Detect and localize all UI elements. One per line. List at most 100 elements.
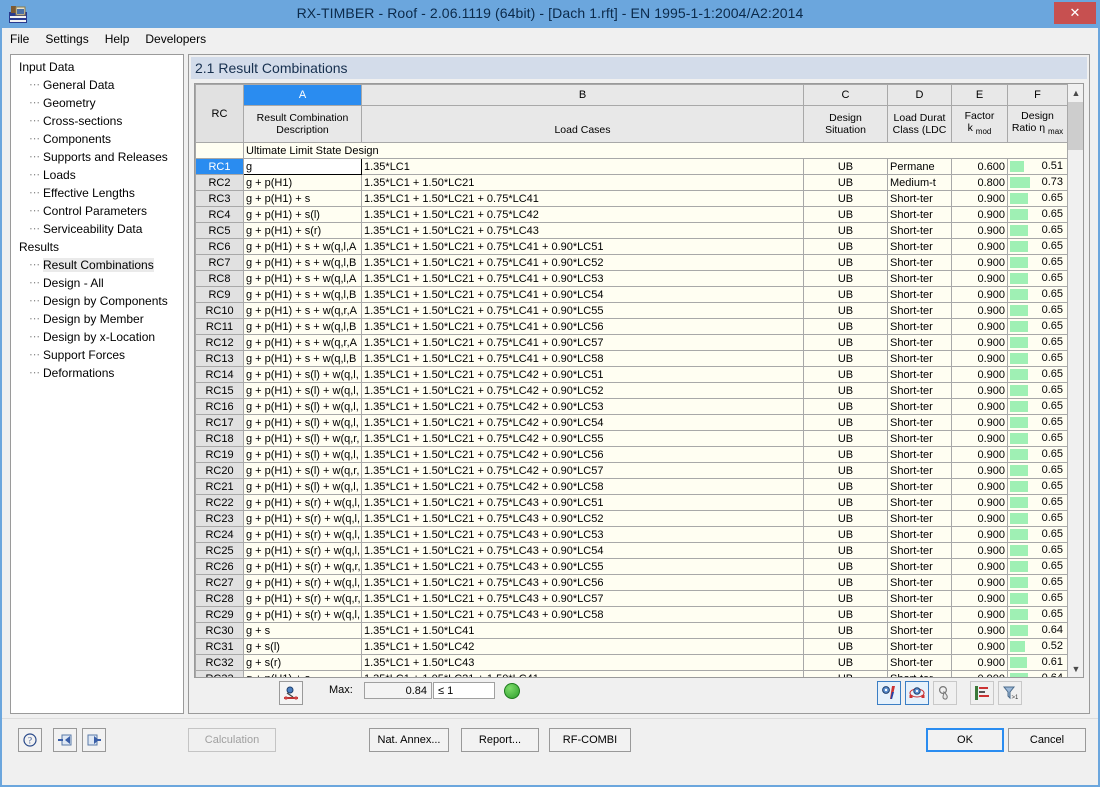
grid-cell-design-situation[interactable]: UB <box>803 158 888 175</box>
grid-row-header[interactable]: RC27 <box>195 574 244 591</box>
grid-cell-design-situation[interactable]: UB <box>803 318 888 335</box>
grid-cell-kmod[interactable]: 0.900 <box>951 510 1008 527</box>
sidebar-item-design-by-member[interactable]: ⋯ Design by Member <box>27 310 183 328</box>
grid-cell-ldc[interactable]: Short-ter <box>887 446 952 463</box>
grid-cell-load-cases[interactable]: 1.35*LC1 + 1.50*LC21 + 0.75*LC42 <box>361 206 804 223</box>
grid-cell-ldc[interactable]: Short-ter <box>887 542 952 559</box>
grid-cell-kmod[interactable]: 0.900 <box>951 606 1008 623</box>
grid-cell-load-cases[interactable]: 1.35*LC1 + 1.50*LC21 + 0.75*LC43 <box>361 222 804 239</box>
grid-column-header-f[interactable]: F <box>1007 84 1068 106</box>
sidebar-item-result-combinations[interactable]: ⋯ Result Combinations <box>27 256 183 274</box>
grid-cell-kmod[interactable]: 0.900 <box>951 286 1008 303</box>
sidebar-item-control-parameters[interactable]: ⋯ Control Parameters <box>27 202 183 220</box>
table-row[interactable]: RC4 g + p(H1) + s(l) 1.35*LC1 + 1.50*LC21 … <box>195 206 1068 223</box>
grid-cell-load-cases[interactable]: 1.35*LC1 + 1.50*LC21 + 0.75*LC42 + 0.90*… <box>361 446 804 463</box>
scroll-up-icon[interactable]: ▲ <box>1068 84 1083 101</box>
table-row[interactable]: RC1 g 1.35*LC1 UB Permane 0.600 0.51 <box>195 158 1068 175</box>
next-button[interactable] <box>82 728 106 752</box>
grid-cell-load-cases[interactable]: 1.35*LC1 + 1.50*LC43 <box>361 654 804 671</box>
grid-cell-load-cases[interactable]: 1.35*LC1 + 1.50*LC21 + 0.75*LC43 + 0.90*… <box>361 542 804 559</box>
grid-cell-ldc[interactable]: Short-ter <box>887 318 952 335</box>
grid-cell-design-ratio[interactable]: 0.65 <box>1007 286 1068 303</box>
grid-row-header[interactable]: RC16 <box>195 398 244 415</box>
grid-row-header[interactable]: RC2 <box>195 174 244 191</box>
grid-cell-load-cases[interactable]: 1.35*LC1 <box>361 158 804 175</box>
sidebar-item-components[interactable]: ⋯ Components <box>27 130 183 148</box>
grid-cell-description[interactable]: g + p(H1) + s(r) + w(q,l, <box>243 542 362 559</box>
grid-cell-description[interactable]: g + p(H1) + s + w(q,r,A <box>243 334 362 351</box>
grid-cell-load-cases[interactable]: 1.35*LC1 + 1.50*LC21 + 0.75*LC43 + 0.90*… <box>361 494 804 511</box>
grid-cell-design-ratio[interactable]: 0.65 <box>1007 190 1068 207</box>
grid-row-header[interactable]: RC8 <box>195 270 244 287</box>
grid-cell-description[interactable]: g + p(H1) + s(l) + w(q,r, <box>243 430 362 447</box>
grid-row-header[interactable]: RC4 <box>195 206 244 223</box>
grid-row-header[interactable]: RC10 <box>195 302 244 319</box>
table-row[interactable]: RC19 g + p(H1) + s(l) + w(q,l, 1.35*LC1 + … <box>195 446 1068 463</box>
grid-cell-ldc[interactable]: Short-ter <box>887 190 952 207</box>
grid-cell-load-cases[interactable]: 1.35*LC1 + 1.05*LC21 + 1.50*LC41 <box>361 670 804 677</box>
table-row[interactable]: RC20 g + p(H1) + s(l) + w(q,r, 1.35*LC1 + … <box>195 462 1068 479</box>
grid-cell-ldc[interactable]: Short-ter <box>887 238 952 255</box>
grid-cell-description[interactable]: g + p(H1) + s(r) + w(q,r, <box>243 558 362 575</box>
grid-cell-load-cases[interactable]: 1.35*LC1 + 1.50*LC21 + 0.75*LC41 + 0.90*… <box>361 302 804 319</box>
grid-cell-description[interactable]: g + p(H1) + s(l) + w(q,l, <box>243 478 362 495</box>
grid-cell-ldc[interactable]: Short-ter <box>887 222 952 239</box>
close-button[interactable]: ✕ <box>1054 2 1096 24</box>
grid-row-header[interactable]: RC11 <box>195 318 244 335</box>
grid-cell-load-cases[interactable]: 1.35*LC1 + 1.50*LC41 <box>361 622 804 639</box>
grid-cell-design-situation[interactable]: UB <box>803 174 888 191</box>
table-row[interactable]: RC3 g + p(H1) + s 1.35*LC1 + 1.50*LC21 + 0… <box>195 190 1068 207</box>
grid-cell-description[interactable]: g + p(H1) + s <box>243 190 362 207</box>
scroll-down-icon[interactable]: ▼ <box>1068 660 1083 677</box>
grid-cell-ldc[interactable]: Short-ter <box>887 414 952 431</box>
sidebar-item-geometry[interactable]: ⋯ Geometry <box>27 94 183 112</box>
grid-cell-design-ratio[interactable]: 0.65 <box>1007 526 1068 543</box>
grid-cell-design-ratio[interactable]: 0.65 <box>1007 542 1068 559</box>
render-view-button[interactable] <box>905 681 929 705</box>
grid-cell-load-cases[interactable]: 1.35*LC1 + 1.50*LC21 + 0.75*LC43 + 0.90*… <box>361 574 804 591</box>
grid-cell-design-ratio[interactable]: 0.65 <box>1007 366 1068 383</box>
grid-cell-design-ratio[interactable]: 0.51 <box>1007 158 1068 175</box>
table-row[interactable]: RC30 g + s 1.35*LC1 + 1.50*LC41 UB Short-ter… <box>195 622 1068 639</box>
grid-cell-ldc[interactable]: Short-ter <box>887 462 952 479</box>
sidebar-item-general-data[interactable]: ⋯ General Data <box>27 76 183 94</box>
help-button[interactable]: ? <box>18 728 42 752</box>
grid-cell-load-cases[interactable]: 1.35*LC1 + 1.50*LC21 + 0.75*LC42 + 0.90*… <box>361 478 804 495</box>
grid-cell-ldc[interactable]: Short-ter <box>887 606 952 623</box>
table-row[interactable]: RC6 g + p(H1) + s + w(q,l,A 1.35*LC1 + 1.5… <box>195 238 1068 255</box>
grid-cell-load-cases[interactable]: 1.35*LC1 + 1.50*LC21 + 0.75*LC42 + 0.90*… <box>361 414 804 431</box>
menu-item-help[interactable]: Help <box>97 30 138 48</box>
grid-row-header[interactable]: RC25 <box>195 542 244 559</box>
grid-cell-design-situation[interactable]: UB <box>803 398 888 415</box>
grid-cell-design-situation[interactable]: UB <box>803 430 888 447</box>
grid-cell-kmod[interactable]: 0.900 <box>951 254 1008 271</box>
grid-cell-design-ratio[interactable]: 0.65 <box>1007 558 1068 575</box>
grid-cell-load-cases[interactable]: 1.35*LC1 + 1.50*LC21 + 0.75*LC43 + 0.90*… <box>361 606 804 623</box>
grid-cell-design-situation[interactable]: UB <box>803 462 888 479</box>
grid-cell-description[interactable]: g + p(H1) + s + w(q,l,B <box>243 254 362 271</box>
tree-group-input-data[interactable]: Input Data <box>17 58 183 76</box>
grid-cell-description[interactable]: g + p(H1) + s(l) + w(q,l, <box>243 398 362 415</box>
grid-cell-design-ratio[interactable]: 0.65 <box>1007 254 1068 271</box>
grid-cell-design-situation[interactable]: UB <box>803 558 888 575</box>
grid-cell-ldc[interactable]: Short-ter <box>887 670 952 677</box>
sidebar-item-cross-sections[interactable]: ⋯ Cross-sections <box>27 112 183 130</box>
grid-cell-design-ratio[interactable]: 0.64 <box>1007 622 1068 639</box>
grid-cell-load-cases[interactable]: 1.35*LC1 + 1.50*LC21 + 0.75*LC41 + 0.90*… <box>361 334 804 351</box>
grid-row-header[interactable]: RC23 <box>195 510 244 527</box>
grid-cell-ldc[interactable]: Short-ter <box>887 526 952 543</box>
table-row[interactable]: RC7 g + p(H1) + s + w(q,l,B 1.35*LC1 + 1.5… <box>195 254 1068 271</box>
grid-cell-kmod[interactable]: 0.900 <box>951 622 1008 639</box>
grid-row-header[interactable]: RC28 <box>195 590 244 607</box>
sidebar-item-support-forces[interactable]: ⋯ Support Forces <box>27 346 183 364</box>
grid-cell-kmod[interactable]: 0.900 <box>951 350 1008 367</box>
grid-cell-kmod[interactable]: 0.800 <box>951 174 1008 191</box>
grid-cell-description[interactable]: g + p(H1) + s + w(q,l,A <box>243 238 362 255</box>
result-combination-settings-button[interactable] <box>279 681 303 705</box>
grid-cell-design-situation[interactable]: UB <box>803 478 888 495</box>
grid-cell-ldc[interactable]: Short-ter <box>887 334 952 351</box>
grid-cell-description[interactable]: g + p(H1) + s(l) + w(q,l, <box>243 414 362 431</box>
grid-row-header[interactable]: RC24 <box>195 526 244 543</box>
grid-cell-kmod[interactable]: 0.900 <box>951 318 1008 335</box>
table-row[interactable]: RC32 g + s(r) 1.35*LC1 + 1.50*LC43 UB Short-… <box>195 654 1068 671</box>
